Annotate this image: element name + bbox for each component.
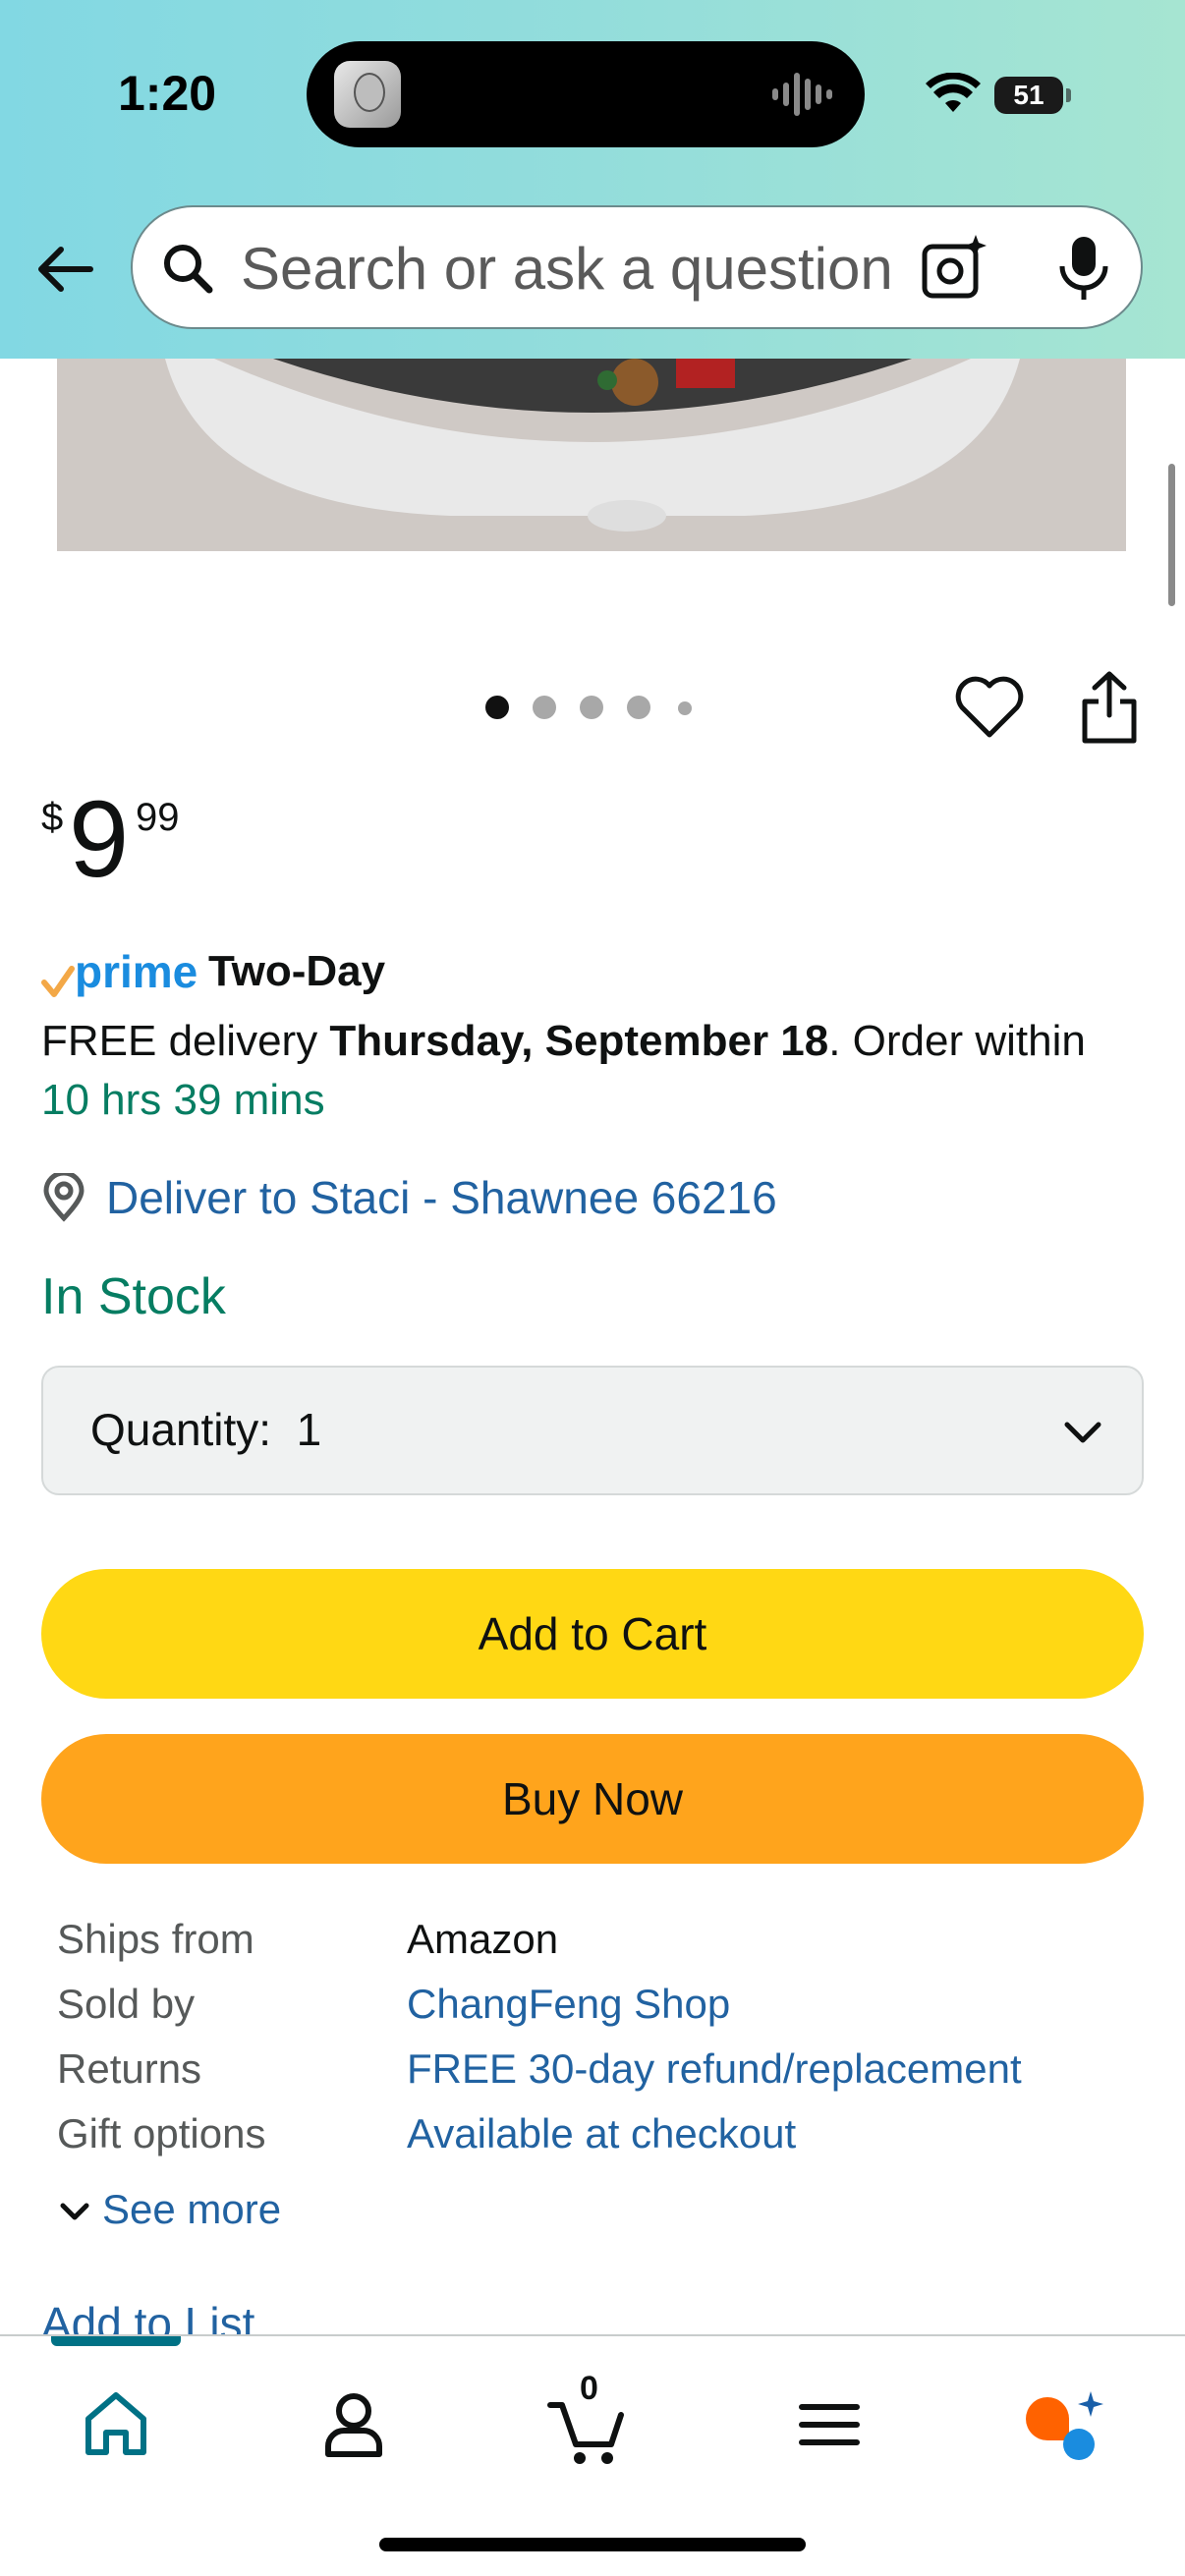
gift-options-link[interactable]: Available at checkout [407,2110,796,2157]
price-whole: 9 [69,779,130,900]
returns-link[interactable]: FREE 30-day refund/replacement [407,2045,1022,2093]
account-icon[interactable] [305,2376,403,2474]
delivery-countdown: 10 hrs 39 mins [41,1076,325,1124]
header: 1:20 51 [0,0,1185,359]
delivery-info: FREE delivery Thursday, September 18. Or… [41,1012,1142,1130]
home-indicator [379,2538,806,2551]
battery-icon: 51 [994,77,1071,114]
quantity-dropdown[interactable]: Quantity: 1 [41,1366,1144,1495]
share-icon[interactable] [1079,668,1140,747]
seller-info-table: Ships from Amazon Sold by ChangFeng Shop… [57,1916,1138,2175]
battery-level: 51 [1013,80,1044,110]
info-row-returns: Returns FREE 30-day refund/replacement [57,2045,1138,2110]
prime-logo: prime [75,946,198,997]
home-icon[interactable] [67,2376,165,2474]
heart-icon[interactable] [953,672,1026,741]
stock-status: In Stock [41,1268,226,1325]
rufus-icon[interactable] [1012,2376,1110,2474]
microphone-icon[interactable] [1052,233,1115,304]
carousel-dot[interactable] [627,696,650,719]
quantity-label: Quantity: 1 [90,1404,322,1455]
camera-lens-icon[interactable] [919,233,989,304]
info-key: Sold by [57,1981,196,2027]
price-symbol: $ [41,796,64,839]
seller-link[interactable]: ChangFeng Shop [407,1981,730,2028]
carousel-dot-active[interactable] [485,696,509,719]
info-key: Gift options [57,2110,266,2156]
search-bar[interactable] [131,205,1143,329]
deliver-to-link[interactable]: Deliver to Staci - Shawnee 66216 [106,1171,777,1224]
info-row-gift-options: Gift options Available at checkout [57,2110,1138,2175]
price-fraction: 99 [136,796,180,839]
product-image[interactable] [57,359,1126,551]
delivery-prefix: FREE delivery [41,1017,330,1065]
contact-photo-icon [334,61,401,128]
add-to-cart-button[interactable]: Add to Cart [41,1569,1144,1699]
scrollbar[interactable] [1168,464,1175,606]
search-icon [164,245,213,294]
info-key: Returns [57,2045,202,2092]
cart-tab[interactable]: 0 [538,2370,637,2474]
delivery-middle: . Order within [828,1017,1086,1065]
carousel-dot[interactable] [678,701,692,715]
info-key: Ships from [57,1916,254,1962]
quantity-value: 1 [296,1404,322,1455]
carousel-dot[interactable] [580,696,603,719]
product-page: 1:20 51 Search or ask a question $ 9 99 … [0,0,1185,2576]
chevron-down-icon [60,2203,89,2220]
active-tab-indicator [51,2336,181,2346]
menu-icon[interactable] [780,2376,878,2474]
location-pin-icon [43,1173,85,1222]
wifi-icon [926,73,981,112]
buy-now-button[interactable]: Buy Now [41,1734,1144,1864]
chevron-down-icon [1064,1422,1101,1443]
dynamic-island [307,41,865,147]
cart-count-badge: 0 [580,2370,598,2407]
info-row-ships-from: Ships from Amazon [57,1916,1138,1981]
back-arrow-icon[interactable] [31,236,98,303]
info-row-sold-by: Sold by ChangFeng Shop [57,1981,1138,2045]
carousel-dot[interactable] [533,696,556,719]
prime-speed: Two-Day [208,947,386,995]
see-more-label: See more [102,2186,282,2232]
audio-waveform-icon [772,73,832,116]
status-time: 1:20 [118,66,217,121]
prime-check-icon [41,966,75,997]
info-value: Amazon [407,1916,559,1962]
delivery-date: Thursday, September 18 [329,1017,829,1065]
